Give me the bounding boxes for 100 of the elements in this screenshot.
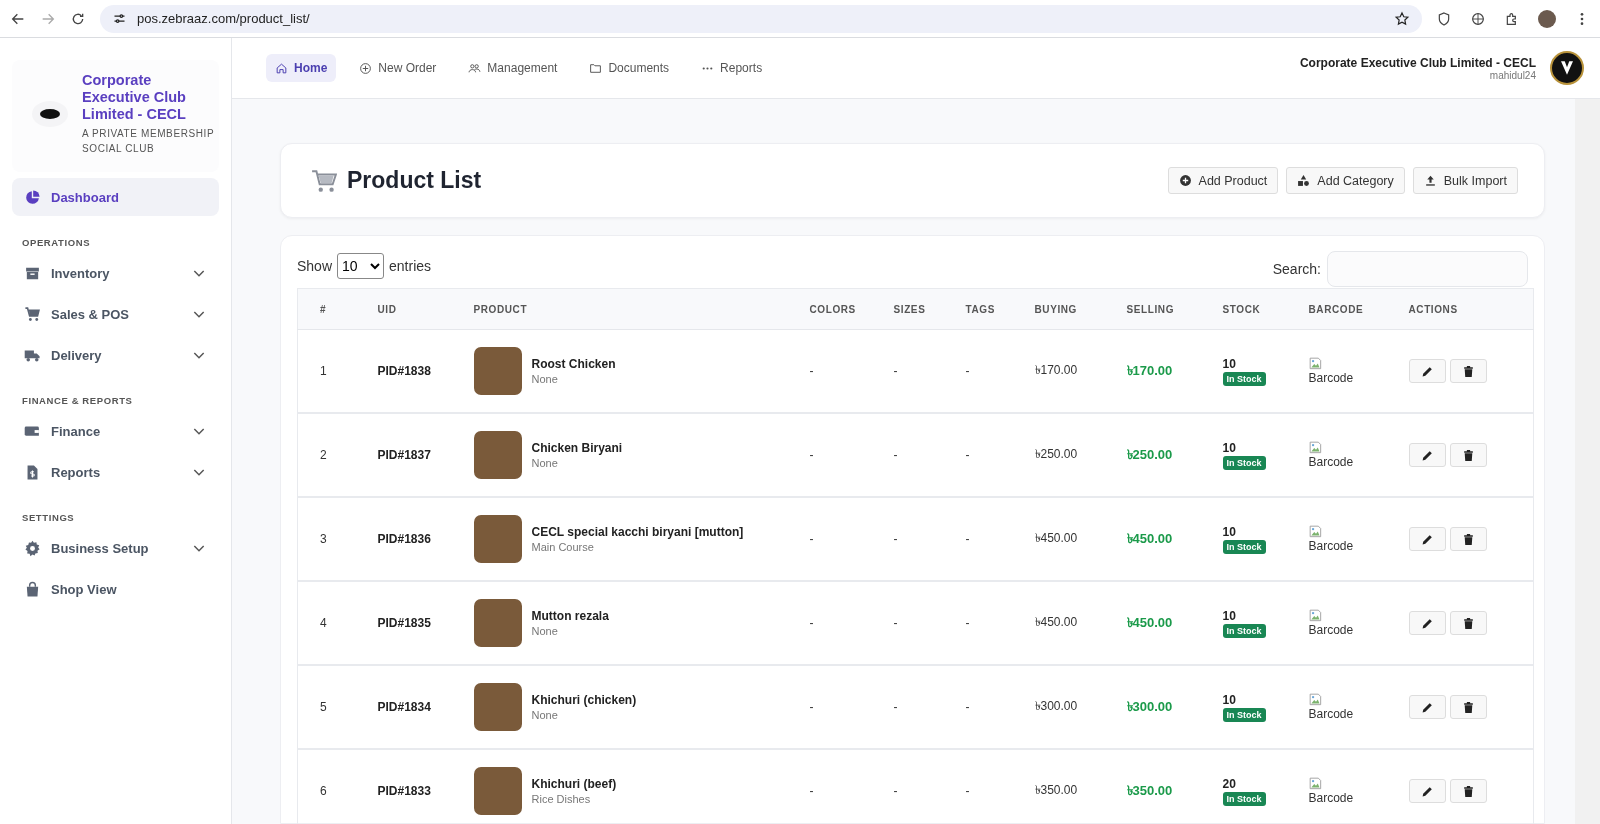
barcode-alt-text: Barcode: [1308, 455, 1354, 469]
sidebar-item[interactable]: Sales & POS: [12, 295, 219, 333]
table-cell: -: [809, 581, 894, 665]
table-cell: -: [893, 749, 966, 824]
food-photo-placeholder: [473, 431, 522, 479]
food-photo-placeholder: [473, 515, 522, 563]
table-cell: -: [965, 665, 1035, 749]
trash-icon: [1461, 784, 1475, 798]
page-size-select[interactable]: 10: [337, 253, 385, 279]
broken-image-icon: [1308, 693, 1323, 707]
table-cell: -: [893, 497, 966, 581]
table-cell: -: [965, 581, 1035, 665]
broken-image-icon: [1308, 357, 1323, 371]
section-heading: OPERATIONS: [22, 237, 92, 248]
product-category: None: [531, 625, 559, 637]
username: mahidul24: [1488, 69, 1536, 81]
nav-tab[interactable]: New Order: [350, 54, 446, 82]
gear-icon: [24, 539, 41, 557]
delete-button[interactable]: [1449, 611, 1487, 635]
delete-button[interactable]: [1449, 779, 1487, 803]
edit-button[interactable]: [1408, 359, 1446, 383]
stock-count: 10: [1222, 356, 1237, 371]
search-field[interactable]: [1327, 251, 1528, 287]
table-cell: ৳450.00: [1034, 581, 1127, 665]
food-photo-placeholder: [473, 683, 522, 731]
club-logo: [1550, 51, 1584, 85]
edit-button[interactable]: [1408, 443, 1446, 467]
edit-button[interactable]: [1408, 527, 1446, 551]
scrollbar-track[interactable]: [1575, 99, 1600, 824]
barcode-alt-text: Barcode: [1308, 707, 1354, 721]
nav-tab[interactable]: Management: [459, 54, 567, 82]
edit-button[interactable]: [1408, 611, 1446, 635]
sidebar-item[interactable]: Delivery: [12, 336, 219, 374]
product-name: Chicken Biryani: [531, 441, 623, 455]
header-button[interactable]: Add Product: [1167, 167, 1279, 194]
nav-tab[interactable]: Home: [266, 54, 337, 82]
stock-count: 10: [1222, 440, 1237, 455]
table-cell: -: [965, 749, 1035, 824]
site-settings-icon[interactable]: [112, 11, 127, 26]
product-name: Mutton rezala: [531, 609, 609, 623]
url-text: pos.zebraaz.com/product_list/: [137, 11, 310, 26]
section-heading: SETTINGS: [22, 512, 76, 523]
product-name: Khichuri (beef): [531, 777, 617, 791]
pencil-icon: [1420, 364, 1434, 378]
table-cell: -: [809, 749, 894, 824]
header-button[interactable]: Bulk Import: [1412, 167, 1518, 194]
trash-icon: [1461, 532, 1475, 546]
table-cell: 2: [297, 413, 378, 497]
nav-tab[interactable]: Reports: [692, 54, 772, 82]
address-bar[interactable]: pos.zebraaz.com/product_list/: [100, 4, 1422, 33]
column-header: ACTIONS: [1408, 288, 1534, 330]
column-header: BARCODE: [1308, 288, 1409, 330]
cart-icon: [24, 305, 41, 323]
table-cell: ৳350.00: [1126, 749, 1223, 824]
header-button[interactable]: Add Category: [1286, 167, 1405, 194]
sidebar-item[interactable]: Business Setup: [12, 529, 219, 567]
pencil-icon: [1420, 784, 1434, 798]
pencil-icon: [1420, 532, 1434, 546]
table-cell: ৳300.00: [1126, 665, 1223, 749]
sidebar-item[interactable]: Reports: [12, 453, 219, 491]
people-icon: [468, 61, 482, 75]
profile-avatar[interactable]: [1538, 9, 1556, 28]
edit-button[interactable]: [1408, 695, 1446, 719]
stock-status-badge: In Stock: [1222, 707, 1266, 722]
delete-button[interactable]: [1449, 527, 1487, 551]
home-icon: [275, 61, 288, 75]
nav-tab[interactable]: Documents: [580, 54, 679, 82]
broken-image-icon: [1308, 441, 1323, 455]
sidebar-item[interactable]: Inventory: [12, 254, 219, 292]
table-cell: ৳250.00: [1126, 413, 1223, 497]
stock-status-badge: In Stock: [1222, 791, 1266, 806]
table-cell: -: [893, 581, 966, 665]
broken-image-icon: [1308, 609, 1323, 623]
stock-count: 10: [1222, 608, 1237, 623]
product-category: None: [531, 709, 559, 721]
delete-button[interactable]: [1449, 695, 1487, 719]
table-cell: ৳450.00: [1126, 497, 1223, 581]
club-logo: [32, 101, 68, 127]
page-title: Product List: [347, 167, 482, 194]
column-header: COLORS: [809, 288, 894, 330]
barcode-alt-text: Barcode: [1308, 371, 1354, 385]
sidebar-item[interactable]: Shop View: [12, 570, 219, 608]
shield-icon[interactable]: [1436, 10, 1452, 27]
column-header: TAGS: [965, 288, 1035, 330]
sidebar-item[interactable]: Dashboard: [12, 178, 219, 216]
sidebar-item[interactable]: Finance: [12, 412, 219, 450]
column-header: STOCK: [1222, 288, 1309, 330]
bookmark-star-icon[interactable]: [1394, 10, 1410, 27]
pie-chart-icon: [24, 188, 41, 206]
entries-label: entries: [389, 258, 432, 274]
column-header: UID: [377, 288, 474, 330]
barcode-alt-text: Barcode: [1308, 539, 1354, 553]
edit-button[interactable]: [1408, 779, 1446, 803]
food-photo-placeholder: [473, 347, 522, 395]
table-cell: -: [965, 329, 1035, 413]
table-cell: -: [809, 665, 894, 749]
table-cell: ৳450.00: [1126, 581, 1223, 665]
trash-icon: [1461, 700, 1475, 714]
delete-button[interactable]: [1449, 443, 1487, 467]
delete-button[interactable]: [1449, 359, 1487, 383]
